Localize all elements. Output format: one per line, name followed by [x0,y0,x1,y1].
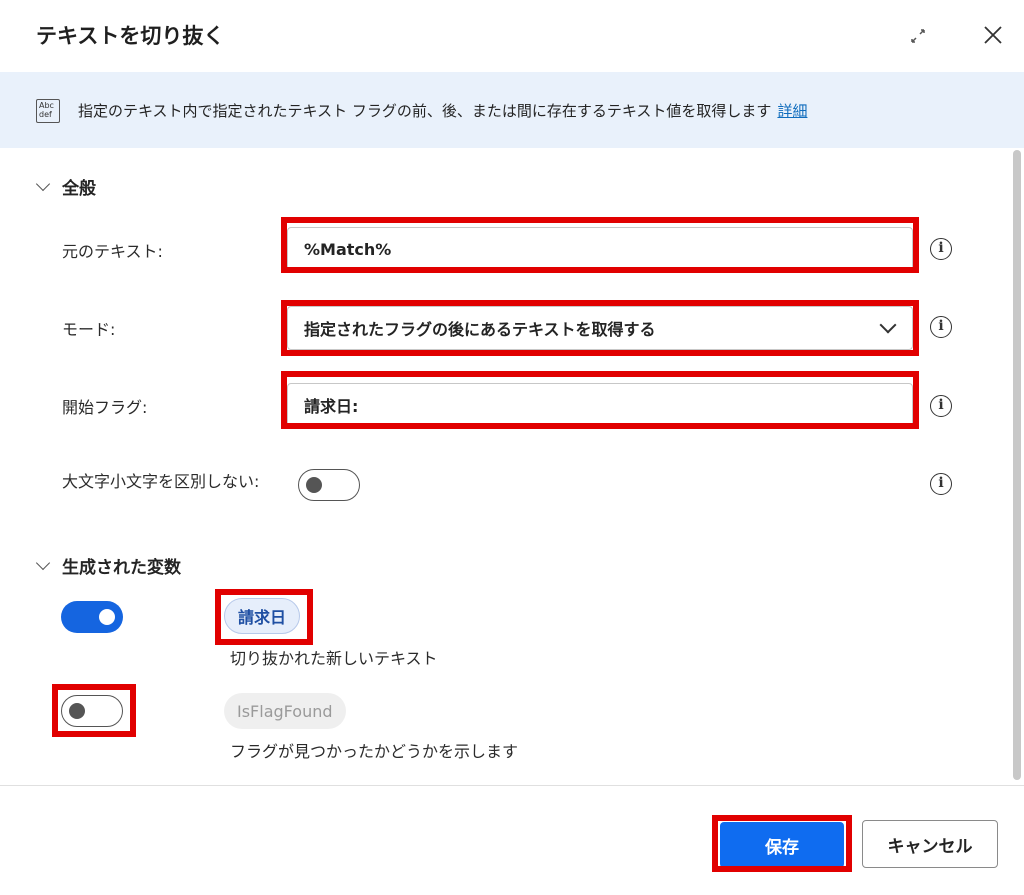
original-text-input[interactable]: %Match% [287,227,913,271]
cancel-button[interactable]: キャンセル [862,820,998,868]
toggle-knob [306,477,322,493]
close-icon[interactable] [980,22,1006,48]
ignore-case-toggle[interactable] [298,469,360,501]
chevron-down-icon [35,176,51,191]
mode-value: 指定されたフラグの後にあるテキストを取得する [304,320,656,339]
ignore-case-label: 大文字小文字を区別しない: [62,472,260,491]
start-flag-input[interactable]: 請求日: [287,383,913,427]
banner-text: 指定のテキスト内で指定されたテキスト フラグの前、後、または間に存在するテキスト… [78,100,807,121]
original-text-value: %Match% [304,239,392,259]
scrollbar[interactable] [1013,150,1021,780]
toggle-knob [99,609,115,625]
info-icon[interactable]: i [930,473,952,495]
footer-divider [0,785,1024,786]
section-variables-title: 生成された変数 [62,558,181,578]
info-banner: Abc def 指定のテキスト内で指定されたテキスト フラグの前、後、または間に… [0,72,1024,148]
info-icon[interactable]: i [930,238,952,260]
variable-name: 請求日 [238,608,287,627]
save-button[interactable]: 保存 [720,822,844,868]
banner-description: 指定のテキスト内で指定されたテキスト フラグの前、後、または間に存在するテキスト… [78,102,772,120]
mode-label: モード: [62,320,116,339]
dialog-title: テキストを切り抜く [36,24,225,48]
toggle-knob [69,703,85,719]
expand-icon[interactable] [906,24,930,48]
variable-chip-invoice-date[interactable]: 請求日 [224,598,301,634]
text-icon: Abc def [36,99,60,123]
variable-toggle-isflagfound[interactable] [61,695,123,727]
mode-select[interactable]: 指定されたフラグの後にあるテキストを取得する [287,306,913,350]
section-general-title: 全般 [62,179,96,199]
start-flag-label: 開始フラグ: [62,398,148,417]
section-general-header[interactable]: 全般 [34,174,96,199]
variable-toggle-invoice-date[interactable] [61,601,123,633]
variable-description: 切り抜かれた新しいテキスト [230,649,438,668]
variable-chip-isflagfound[interactable]: IsFlagFound [224,693,346,729]
crop-text-dialog: テキストを切り抜く Abc def 指定のテキスト内で指定されたテキスト フラグ… [0,0,1024,895]
section-variables-header[interactable]: 生成された変数 [34,553,181,578]
info-icon[interactable]: i [930,395,952,417]
chevron-down-icon [879,316,897,334]
info-icon[interactable]: i [930,316,952,338]
details-link[interactable]: 詳細 [777,102,807,120]
variable-name: IsFlagFound [237,701,333,721]
title-bar: テキストを切り抜く [0,0,1024,72]
chevron-down-icon [35,555,51,570]
variable-description: フラグが見つかったかどうかを示します [230,742,519,761]
original-text-label: 元のテキスト: [62,242,163,261]
start-flag-value: 請求日: [304,397,359,416]
